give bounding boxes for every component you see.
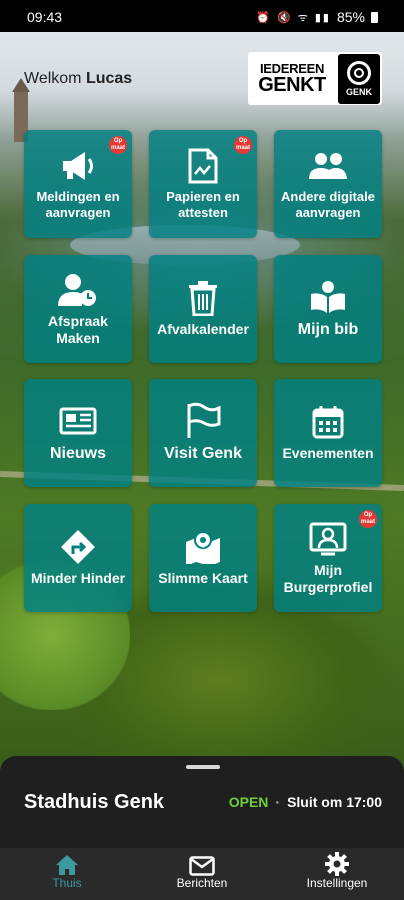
user-clock-icon xyxy=(58,271,98,309)
battery-percent: 85% xyxy=(336,9,365,25)
status-time: 09:43 xyxy=(27,9,63,25)
genk-seal-icon: GENK xyxy=(338,53,380,104)
people-icon xyxy=(308,147,348,185)
opening-status: OPEN · Sluit om 17:00 xyxy=(229,794,382,810)
envelope-icon xyxy=(135,850,269,876)
tile-evenementen[interactable]: Evenementen xyxy=(274,379,382,487)
tile-label: Minder Hinder xyxy=(30,570,126,587)
tile-nieuws[interactable]: Nieuws xyxy=(24,379,132,487)
notification-icons: ⏰ 🔇 ᯤ ▮▮ xyxy=(256,11,331,24)
tile-label: Afvalkalender xyxy=(157,321,249,338)
location-bottom-sheet[interactable]: Stadhuis Genk OPEN · Sluit om 17:00 xyxy=(0,756,404,848)
op-maat-badge: Op maat xyxy=(359,510,377,528)
battery-icon xyxy=(371,11,378,23)
separator: · xyxy=(275,794,281,810)
user-name: Lucas xyxy=(85,70,133,87)
bottom-navigation: Thuis Berichten Instellingen xyxy=(0,848,404,900)
book-reader-icon xyxy=(309,278,347,316)
megaphone-icon xyxy=(59,147,97,185)
iedereen-genkt-logo: IEDEREEN GENKT GENK xyxy=(248,52,382,105)
tile-label: Mijn bib xyxy=(297,321,359,338)
newspaper-icon xyxy=(59,402,97,440)
tile-mijn-bib[interactable]: Mijn bib xyxy=(274,255,382,363)
trash-icon xyxy=(188,279,218,317)
logo-line2: GENKT xyxy=(258,74,326,96)
status-icons: ⏰ 🔇 ᯤ ▮▮ 85% xyxy=(256,9,378,25)
map-icon xyxy=(184,528,222,566)
tile-visit-genk[interactable]: Visit Genk xyxy=(149,379,257,487)
gear-icon xyxy=(270,850,404,876)
location-title: Stadhuis Genk xyxy=(24,791,165,813)
nav-home[interactable]: Thuis xyxy=(0,848,134,900)
flag-icon xyxy=(185,402,221,440)
drag-handle[interactable] xyxy=(186,765,220,769)
nav-messages-label: Berichten xyxy=(176,876,228,890)
tile-label: Papieren en attesten xyxy=(166,188,240,220)
tile-burgerprofiel[interactable]: Op maat Mijn Burgerprofiel xyxy=(274,504,382,612)
nav-home-label: Thuis xyxy=(52,876,82,890)
seal-text: GENK xyxy=(345,86,372,97)
nav-settings[interactable]: Instellingen xyxy=(270,848,404,900)
tile-label: Evenementen xyxy=(282,445,374,462)
tile-papieren[interactable]: Op maat Papieren en attesten xyxy=(149,130,257,238)
tile-label: Meldingen en aanvragen xyxy=(36,188,120,220)
nav-messages[interactable]: Berichten xyxy=(135,848,269,900)
profile-card-icon xyxy=(309,520,347,558)
tile-label: Nieuws xyxy=(49,445,106,462)
welcome-text: Welkom Lucas xyxy=(24,70,132,88)
tile-label: Slimme Kaart xyxy=(158,570,248,587)
tile-meldingen[interactable]: Op maat Meldingen en aanvragen xyxy=(24,130,132,238)
tile-andere-aanvragen[interactable]: Andere digitale aanvragen xyxy=(274,130,382,238)
op-maat-badge: Op maat xyxy=(234,136,252,154)
open-label: OPEN xyxy=(228,794,269,810)
op-maat-badge: Op maat xyxy=(109,136,127,154)
directions-icon xyxy=(59,528,97,566)
nav-settings-label: Instellingen xyxy=(306,876,368,890)
closing-time: Sluit om 17:00 xyxy=(287,794,382,810)
document-icon xyxy=(188,147,218,185)
tile-slimme-kaart[interactable]: Slimme Kaart xyxy=(149,504,257,612)
calendar-icon xyxy=(312,403,344,441)
tile-label: Visit Genk xyxy=(164,445,242,462)
home-icon xyxy=(0,850,134,876)
tile-label: Afspraak Maken xyxy=(48,312,108,347)
welcome-prefix: Welkom xyxy=(24,70,82,87)
tile-label: Mijn Burgerprofiel xyxy=(283,561,373,596)
tile-afvalkalender[interactable]: Afvalkalender xyxy=(149,255,257,363)
tile-afspraak[interactable]: Afspraak Maken xyxy=(24,255,132,363)
status-bar: 09:43 ⏰ 🔇 ᯤ ▮▮ 85% xyxy=(0,0,404,32)
tile-minder-hinder[interactable]: Minder Hinder xyxy=(24,504,132,612)
tile-label: Andere digitale aanvragen xyxy=(281,188,375,220)
